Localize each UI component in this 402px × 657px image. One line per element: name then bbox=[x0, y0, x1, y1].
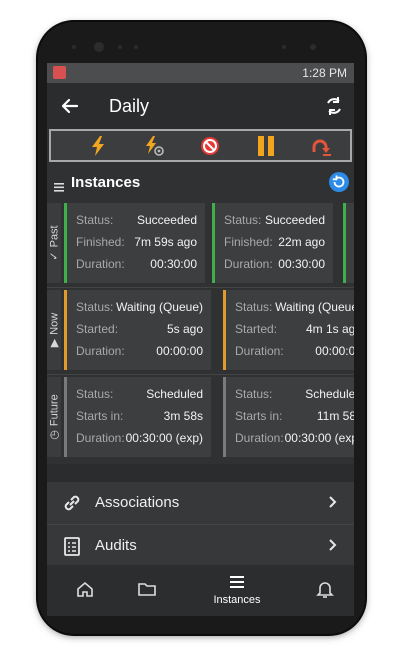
associations-item[interactable]: Associations bbox=[47, 482, 354, 524]
disable-icon[interactable] bbox=[197, 134, 223, 158]
started-value: 5s ago bbox=[166, 322, 203, 336]
run-now-icon[interactable] bbox=[85, 134, 111, 158]
field-label: Starts in: bbox=[76, 409, 124, 423]
started-value: 4m 1s ago bbox=[305, 322, 354, 336]
sensor-dot bbox=[72, 45, 76, 49]
nav-instances-label: Instances bbox=[213, 594, 261, 606]
nav-folders[interactable] bbox=[109, 565, 185, 616]
duration-value: 00:30:00 bbox=[278, 257, 325, 271]
duration-value: 00:00:00 bbox=[156, 344, 203, 358]
instances-row-future: ◷ Future Status: Scheduled Starts in: 3m 58… bbox=[47, 377, 354, 457]
undo-icon[interactable] bbox=[309, 134, 335, 158]
audits-label: Audits bbox=[95, 537, 137, 554]
page-title: Daily bbox=[109, 96, 150, 116]
field-label: Status: bbox=[235, 300, 273, 314]
status-value: Succeeded bbox=[136, 213, 197, 227]
app-notification-icon bbox=[53, 66, 66, 79]
home-icon bbox=[75, 579, 95, 599]
instance-card[interactable]: Status: Waiting (Queue) Started: 5s ago Du… bbox=[64, 290, 211, 370]
field-label: Started: bbox=[235, 322, 278, 336]
refresh-icon[interactable] bbox=[328, 171, 350, 193]
field-label: Status: bbox=[76, 213, 114, 227]
clock-icon: ◷ bbox=[48, 430, 61, 440]
action-toolbar bbox=[49, 129, 352, 162]
row-label-future: ◷ Future bbox=[47, 377, 61, 457]
row-divider bbox=[47, 374, 354, 375]
field-label: Starts in: bbox=[235, 409, 283, 423]
row-label-now: ▶ Now bbox=[47, 290, 61, 370]
field-label: Duration: bbox=[235, 431, 284, 445]
field-label: Status: bbox=[224, 213, 262, 227]
pause-icon[interactable] bbox=[253, 134, 279, 158]
duration-value: 00:30:00 bbox=[150, 257, 197, 271]
chevron-right-icon bbox=[326, 537, 340, 553]
chevron-right-icon bbox=[326, 494, 340, 510]
folder-icon bbox=[137, 579, 157, 599]
duration-value: 00:00:00 bbox=[315, 344, 354, 358]
field-label: Duration: bbox=[76, 431, 125, 445]
section-gap bbox=[47, 464, 354, 482]
row-divider bbox=[47, 287, 354, 288]
sensor-dot bbox=[118, 45, 122, 49]
field-label: Duration: bbox=[76, 257, 125, 271]
list-icon bbox=[54, 179, 64, 192]
field-label: Status: bbox=[76, 387, 114, 401]
instance-card[interactable]: Status:Waiting (Queue) Started: 4m 1s ago… bbox=[223, 290, 354, 370]
sync-icon[interactable] bbox=[321, 93, 347, 119]
instances-menu-icon bbox=[227, 573, 247, 593]
instance-card[interactable]: Status: Succeeded Finished: 22m ago Durati… bbox=[212, 203, 333, 283]
row-label-past: ✓ Past bbox=[47, 203, 61, 283]
camera-icon bbox=[94, 42, 104, 52]
field-label: Finished: bbox=[76, 235, 125, 249]
row-label-text: Past bbox=[48, 225, 60, 248]
status-bar: 1:28 PM bbox=[47, 63, 354, 83]
field-label: Duration: bbox=[224, 257, 273, 271]
starts-in-value: 3m 58s bbox=[163, 409, 203, 423]
duration-value: 00:30:00 (exp) bbox=[284, 431, 354, 445]
instances-header: Instances bbox=[47, 166, 354, 200]
instances-title: Instances bbox=[71, 174, 141, 191]
status-time: 1:28 PM bbox=[302, 66, 347, 80]
bell-icon bbox=[315, 579, 335, 599]
back-arrow-icon[interactable] bbox=[57, 93, 83, 119]
instances-row-now: ▶ Now Status: Waiting (Queue) Started: 5s a… bbox=[47, 290, 354, 370]
play-circle-icon: ▶ bbox=[48, 338, 61, 348]
sensor-dot bbox=[282, 45, 286, 49]
finished-value: 7m 59s ago bbox=[134, 235, 197, 249]
duration-value: 00:30:00 (exp) bbox=[125, 431, 203, 445]
nav-notifications[interactable] bbox=[287, 565, 354, 616]
status-value: Scheduled bbox=[305, 387, 354, 401]
nav-instances[interactable]: Instances bbox=[199, 565, 275, 616]
field-label: Duration: bbox=[76, 344, 125, 358]
row-label-text: Now bbox=[48, 312, 60, 335]
field-label: Duration: bbox=[235, 344, 284, 358]
check-icon: ✓ bbox=[48, 251, 61, 261]
field-label: Status: bbox=[235, 387, 273, 401]
status-value: Succeeded bbox=[264, 213, 325, 227]
finished-value: 22m ago bbox=[278, 235, 325, 249]
run-with-settings-icon[interactable] bbox=[141, 134, 167, 158]
field-label: Finished: bbox=[224, 235, 273, 249]
instance-card[interactable] bbox=[343, 203, 354, 283]
sensor-dot bbox=[134, 45, 138, 49]
status-value: Scheduled bbox=[146, 387, 203, 401]
row-label-text: Future bbox=[48, 394, 60, 427]
bottom-navigation: Instances bbox=[47, 565, 354, 616]
instance-card[interactable]: Status: Succeeded Finished: 7m 59s ago Dur… bbox=[64, 203, 205, 283]
instances-row-past: ✓ Past Status: Succeeded Finished: 7m 59s a… bbox=[47, 203, 354, 283]
app-bar: Daily bbox=[47, 83, 354, 129]
instance-card[interactable]: Status: Scheduled Starts in: 11m 58s Durat… bbox=[223, 377, 354, 457]
status-value: Waiting (Queue) bbox=[116, 300, 203, 314]
instance-card[interactable]: Status: Scheduled Starts in: 3m 58s Durati… bbox=[64, 377, 211, 457]
associations-label: Associations bbox=[95, 494, 180, 511]
link-icon bbox=[61, 492, 83, 514]
app-screen: 1:28 PM Daily Instances ✓ Past Status: S… bbox=[47, 63, 354, 616]
audit-list-icon bbox=[61, 535, 83, 557]
field-label: Status: bbox=[76, 300, 114, 314]
audits-item[interactable]: Audits bbox=[47, 525, 354, 567]
status-value: Waiting (Queue) bbox=[275, 300, 354, 314]
starts-in-value: 11m 58s bbox=[316, 409, 354, 423]
field-label: Started: bbox=[76, 322, 119, 336]
sensor-dot bbox=[310, 44, 316, 50]
